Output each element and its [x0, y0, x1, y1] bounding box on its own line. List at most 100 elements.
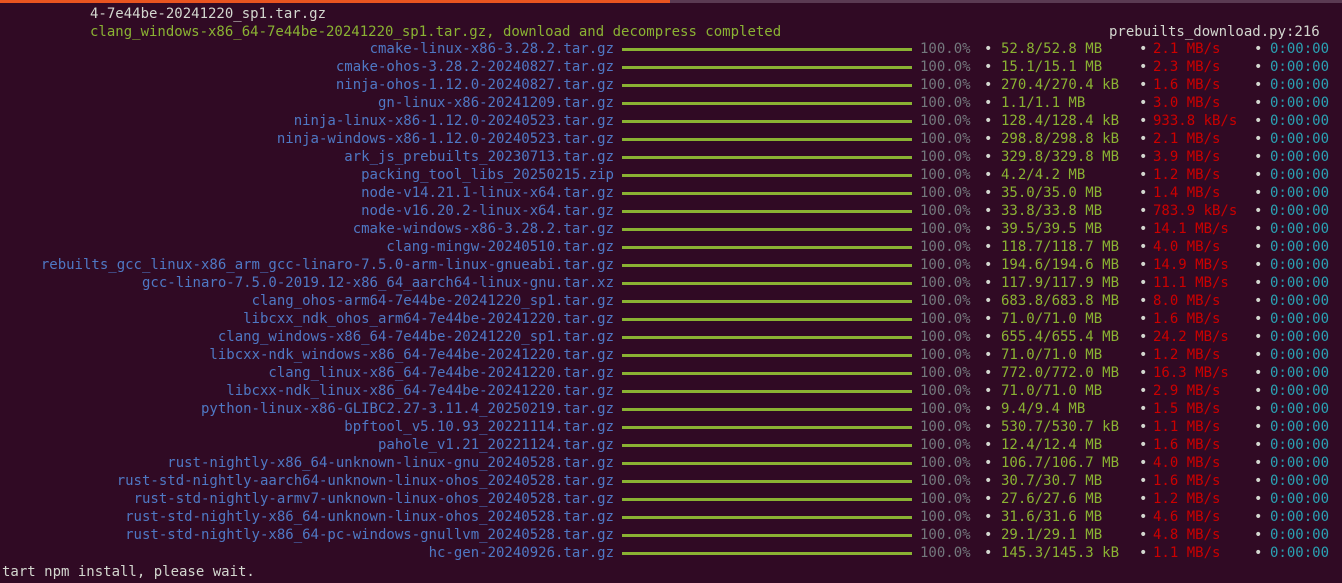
- filename: rust-std-nightly-x86_64-pc-windows-gnull…: [125, 527, 614, 543]
- download-speed: 4.6 MB/s: [1153, 509, 1221, 525]
- progress-percent: 100.0%: [920, 275, 971, 291]
- separator-dot: •: [1139, 491, 1148, 507]
- progress-percent: 100.0%: [920, 59, 971, 75]
- download-row: clang-mingw-20240510.tar.gz 100.0% • 118.7/…: [0, 238, 1342, 256]
- download-size: 117.9/117.9 MB: [1001, 275, 1120, 291]
- time-remaining: 0:00:00: [1270, 113, 1330, 129]
- progress-bar: [622, 120, 912, 123]
- progress-bar: [622, 534, 912, 537]
- filename: cmake-ohos-3.28.2-20240827.tar.gz: [335, 59, 614, 75]
- filename: rebuilts_gcc_linux-x86_arm_gcc-linaro-7.…: [40, 257, 614, 273]
- separator-dot: •: [984, 149, 993, 165]
- filename: clang_ohos-arm64-7e44be-20241220_sp1.tar…: [251, 293, 614, 309]
- separator-dot: •: [984, 383, 993, 399]
- separator-dot: •: [984, 311, 993, 327]
- output-line-status: tart npm install, please wait.: [2, 564, 255, 580]
- filename: clang_windows-x86_64-7e44be-20241220_sp1…: [217, 329, 614, 345]
- filename: rust-std-nightly-x86_64-unknown-linux-oh…: [125, 509, 614, 525]
- output-line-completed: clang_windows-x86_64-7e44be-20241220_sp1…: [90, 24, 782, 40]
- separator-dot: •: [1254, 455, 1263, 471]
- separator-dot: •: [1139, 293, 1148, 309]
- separator-dot: •: [1254, 167, 1263, 183]
- download-size: 530.7/530.7 kB: [1001, 419, 1120, 435]
- progress-bar: [622, 84, 912, 87]
- download-row: cmake-windows-x86-3.28.2.tar.gz 100.0% • 39…: [0, 220, 1342, 238]
- progress-bar: [622, 102, 912, 105]
- download-speed: 24.2 MB/s: [1153, 329, 1229, 345]
- separator-dot: •: [1254, 275, 1263, 291]
- separator-dot: •: [1139, 41, 1148, 57]
- progress-percent: 100.0%: [920, 203, 971, 219]
- progress-percent: 100.0%: [920, 401, 971, 417]
- download-size: 27.6/27.6 MB: [1001, 491, 1103, 507]
- separator-dot: •: [1254, 293, 1263, 309]
- separator-dot: •: [1139, 455, 1148, 471]
- download-speed: 1.4 MB/s: [1153, 185, 1221, 201]
- separator-dot: •: [1254, 149, 1263, 165]
- download-speed: 783.9 kB/s: [1153, 203, 1238, 219]
- separator-dot: •: [984, 293, 993, 309]
- download-size: 106.7/106.7 MB: [1001, 455, 1120, 471]
- time-remaining: 0:00:00: [1270, 41, 1330, 57]
- progress-percent: 100.0%: [920, 293, 971, 309]
- separator-dot: •: [1254, 95, 1263, 111]
- separator-dot: •: [1254, 365, 1263, 381]
- download-speed: 3.9 MB/s: [1153, 149, 1221, 165]
- download-row: node-v16.20.2-linux-x64.tar.gz 100.0% • 33.…: [0, 202, 1342, 220]
- time-remaining: 0:00:00: [1270, 419, 1330, 435]
- filename: cmake-linux-x86-3.28.2.tar.gz: [369, 41, 614, 57]
- download-speed: 1.5 MB/s: [1153, 401, 1221, 417]
- progress-percent: 100.0%: [920, 383, 971, 399]
- filename: python-linux-x86-GLIBC2.27-3.11.4_202502…: [200, 401, 614, 417]
- filename: gn-linux-x86-20241209.tar.gz: [377, 95, 614, 111]
- filename: gcc-linaro-7.5.0-2019.12-x86_64_aarch64-…: [141, 275, 614, 291]
- separator-dot: •: [1139, 419, 1148, 435]
- progress-bar: [622, 282, 912, 285]
- separator-dot: •: [984, 455, 993, 471]
- progress-percent: 100.0%: [920, 455, 971, 471]
- download-row: pahole_v1.21_20221124.tar.gz 100.0% • 12.4/…: [0, 436, 1342, 454]
- separator-dot: •: [1139, 149, 1148, 165]
- separator-dot: •: [1254, 383, 1263, 399]
- terminal-window[interactable]: 4-7e44be-20241220_sp1.tar.gz clang_windo…: [0, 0, 1342, 583]
- separator-dot: •: [1139, 131, 1148, 147]
- download-speed: 8.0 MB/s: [1153, 293, 1221, 309]
- download-speed: 2.9 MB/s: [1153, 383, 1221, 399]
- progress-bar: [622, 156, 912, 159]
- progress-percent: 100.0%: [920, 491, 971, 507]
- separator-dot: •: [1139, 221, 1148, 237]
- separator-dot: •: [984, 437, 993, 453]
- download-size: 194.6/194.6 MB: [1001, 257, 1120, 273]
- separator-dot: •: [984, 329, 993, 345]
- time-remaining: 0:00:00: [1270, 131, 1330, 147]
- filename: libcxx-ndk_windows-x86_64-7e44be-2024122…: [209, 347, 614, 363]
- time-remaining: 0:00:00: [1270, 149, 1330, 165]
- download-size: 29.1/29.1 MB: [1001, 527, 1103, 543]
- download-row: rust-nightly-x86_64-unknown-linux-gnu_20…: [0, 454, 1342, 472]
- download-speed: 1.1 MB/s: [1153, 419, 1221, 435]
- separator-dot: •: [1139, 401, 1148, 417]
- filename: libcxx-ndk_linux-x86_64-7e44be-20241220.…: [226, 383, 614, 399]
- progress-percent: 100.0%: [920, 131, 971, 147]
- tab-strip: [670, 0, 1342, 3]
- progress-percent: 100.0%: [920, 239, 971, 255]
- separator-dot: •: [1139, 383, 1148, 399]
- progress-bar: [622, 174, 912, 177]
- time-remaining: 0:00:00: [1270, 203, 1330, 219]
- filename: rust-nightly-x86_64-unknown-linux-gnu_20…: [167, 455, 614, 471]
- download-size: 4.2/4.2 MB: [1001, 167, 1086, 183]
- progress-bar: [622, 552, 912, 555]
- separator-dot: •: [984, 221, 993, 237]
- time-remaining: 0:00:00: [1270, 95, 1330, 111]
- time-remaining: 0:00:00: [1270, 347, 1330, 363]
- separator-dot: •: [1254, 41, 1263, 57]
- separator-dot: •: [1139, 257, 1148, 273]
- progress-percent: 100.0%: [920, 509, 971, 525]
- time-remaining: 0:00:00: [1270, 383, 1330, 399]
- download-size: 772.0/772.0 MB: [1001, 365, 1120, 381]
- download-size: 9.4/9.4 MB: [1001, 401, 1086, 417]
- download-row: hc-gen-20240926.tar.gz 100.0% • 145.3/145.3…: [0, 544, 1342, 562]
- time-remaining: 0:00:00: [1270, 221, 1330, 237]
- time-remaining: 0:00:00: [1270, 437, 1330, 453]
- progress-bar: [622, 480, 912, 483]
